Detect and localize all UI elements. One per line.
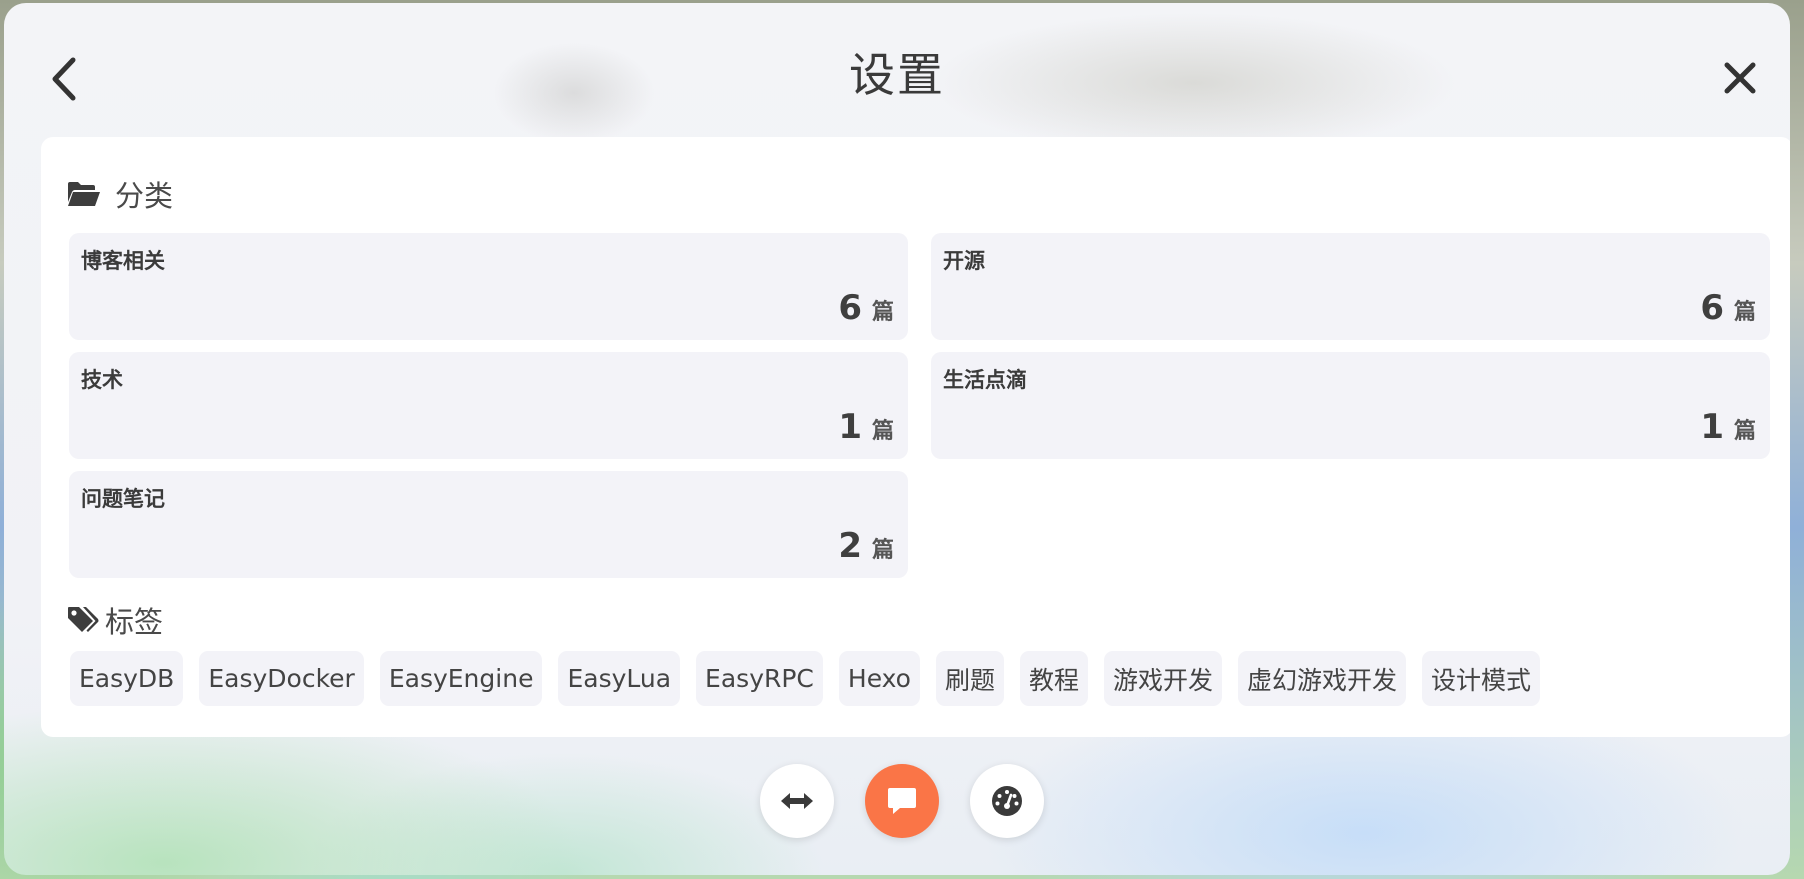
category-count-unit: 篇	[871, 300, 894, 325]
tag-chip[interactable]: EasyDB	[70, 651, 184, 706]
category-count: 6 篇	[1700, 288, 1756, 328]
content-card: 分类 博客相关 6 篇 开源 6 篇 技术 1 篇 生活点滴 1 篇 问题笔记 …	[41, 137, 1790, 737]
category-count-number: 6	[1700, 288, 1724, 328]
toggle-width-button[interactable]	[760, 764, 834, 838]
category-count-number: 6	[838, 288, 862, 328]
tag-chip[interactable]: EasyRPC	[696, 651, 823, 706]
categories-heading-label: 分类	[115, 179, 174, 213]
category-item[interactable]: 问题笔记 2 篇	[69, 471, 908, 578]
gauge-button[interactable]	[970, 764, 1044, 838]
category-name: 生活点滴	[943, 368, 1027, 392]
page-title: 设置	[849, 48, 945, 102]
category-count-number: 1	[838, 407, 862, 447]
category-name: 问题笔记	[81, 487, 165, 511]
category-name: 技术	[81, 368, 123, 392]
tag-chip[interactable]: 虚幻游戏开发	[1238, 651, 1407, 706]
category-count-unit: 篇	[871, 538, 894, 563]
tag-chip[interactable]: EasyLua	[558, 651, 681, 706]
tag-chip[interactable]: 游戏开发	[1103, 651, 1222, 706]
category-item[interactable]: 技术 1 篇	[69, 352, 908, 459]
tags-heading: 标签	[67, 599, 163, 641]
close-icon	[1724, 62, 1756, 94]
tag-chip[interactable]: EasyEngine	[379, 651, 543, 706]
category-count-unit: 篇	[871, 419, 894, 444]
category-item[interactable]: 开源 6 篇	[931, 233, 1770, 340]
tags-heading-label: 标签	[105, 605, 164, 639]
category-count-unit: 篇	[1733, 419, 1756, 444]
arrows-horizontal-icon	[781, 793, 813, 809]
category-count: 2 篇	[838, 526, 894, 566]
category-count-number: 1	[1700, 407, 1724, 447]
category-item[interactable]: 博客相关 6 篇	[69, 233, 908, 340]
category-item[interactable]: 生活点滴 1 篇	[931, 352, 1770, 459]
tags-icon	[68, 607, 99, 632]
folder-open-icon	[68, 182, 100, 206]
category-count: 1 篇	[838, 407, 894, 447]
category-name: 开源	[943, 249, 985, 273]
tag-chip[interactable]: EasyDocker	[199, 651, 364, 706]
category-count-unit: 篇	[1733, 300, 1756, 325]
category-count: 6 篇	[838, 288, 894, 328]
comment-icon	[888, 788, 916, 814]
gauge-icon	[992, 786, 1022, 816]
category-count-number: 2	[838, 526, 862, 566]
category-name: 博客相关	[81, 249, 165, 273]
category-count: 1 篇	[1700, 407, 1756, 447]
settings-modal: 设置 分类 博客相关 6 篇 开源 6 篇 技术 1 篇 生活点滴 1 篇 问题…	[4, 3, 1790, 875]
tag-chip[interactable]: 刷题	[935, 651, 1004, 706]
tag-chip[interactable]: 设计模式	[1422, 651, 1541, 706]
tag-chip[interactable]: Hexo	[838, 651, 920, 706]
close-button[interactable]	[1720, 58, 1760, 98]
tag-list: EasyDB EasyDocker EasyEngine EasyLua Eas…	[70, 651, 1541, 706]
tag-chip[interactable]: 教程	[1019, 651, 1088, 706]
categories-heading: 分类	[67, 173, 173, 215]
comment-button[interactable]	[865, 764, 939, 838]
